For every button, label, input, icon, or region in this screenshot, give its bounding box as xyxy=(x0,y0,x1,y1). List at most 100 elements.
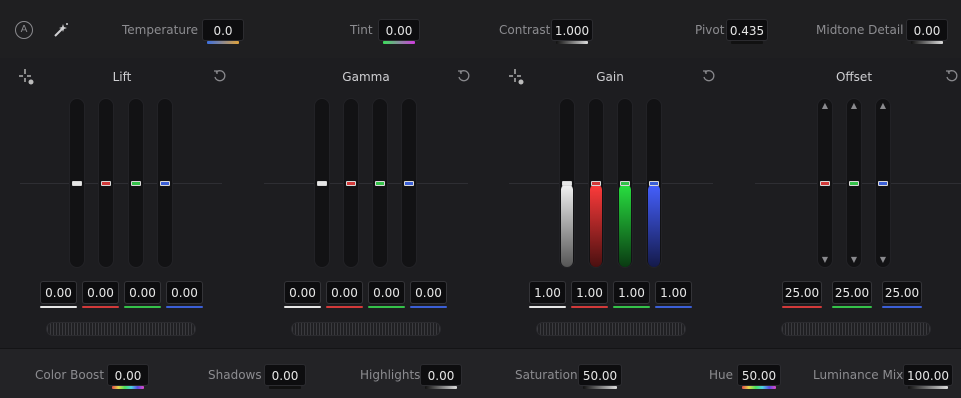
offset-blue-handle[interactable] xyxy=(878,181,888,186)
gain-green-handle[interactable] xyxy=(620,181,630,186)
chevron-up-icon[interactable]: ▲ xyxy=(817,101,833,110)
picker-wand-icon[interactable] xyxy=(52,22,70,38)
luminance-mix-field[interactable]: 100.00 xyxy=(903,364,953,386)
luminance-mix-strip xyxy=(908,386,948,389)
chevron-down-icon[interactable]: ▼ xyxy=(846,255,862,264)
gain-reset-icon[interactable] xyxy=(702,69,716,83)
offset-master-wheel[interactable] xyxy=(781,322,931,336)
gain-blue-fill xyxy=(648,184,660,267)
gamma-green-handle[interactable] xyxy=(375,181,385,186)
tint-field[interactable]: 0.00 xyxy=(378,19,420,41)
lift-green-handle[interactable] xyxy=(131,181,141,186)
chevron-down-icon[interactable]: ▼ xyxy=(817,255,833,264)
gain-master-fill xyxy=(561,184,573,267)
auto-balance-icon[interactable]: A xyxy=(15,21,33,39)
gain-red-fill xyxy=(590,184,602,267)
lift-blue-underline xyxy=(166,306,203,308)
lift-red-value[interactable]: 0.00 xyxy=(82,281,119,304)
gain-master-bar[interactable] xyxy=(559,98,575,268)
gain-red-value[interactable]: 1.00 xyxy=(571,281,608,304)
gain-blue-value[interactable]: 1.00 xyxy=(655,281,692,304)
hue-field[interactable]: 50.00 xyxy=(737,364,781,386)
lift-green-bar[interactable] xyxy=(128,98,144,268)
pivot-field[interactable]: 0.435 xyxy=(726,19,768,41)
offset-blue-value[interactable]: 25.00 xyxy=(882,281,922,304)
gamma-blue-handle[interactable] xyxy=(404,181,414,186)
offset-green-bar[interactable] xyxy=(846,98,862,268)
saturation-strip xyxy=(583,386,617,389)
highlights-strip xyxy=(425,386,457,389)
lift-red-handle[interactable] xyxy=(101,181,111,186)
crosshair-picker-icon[interactable] xyxy=(18,69,34,85)
color-boost-field[interactable]: 0.00 xyxy=(107,364,149,386)
contrast-field[interactable]: 1.000 xyxy=(551,19,593,41)
gamma-red-handle[interactable] xyxy=(346,181,356,186)
lift-blue-handle[interactable] xyxy=(160,181,170,186)
gamma-center-line xyxy=(264,183,468,184)
chevron-down-icon[interactable]: ▼ xyxy=(875,255,891,264)
offset-red-handle[interactable] xyxy=(820,181,830,186)
lift-red-bar[interactable] xyxy=(98,98,114,268)
gamma-master-bar[interactable] xyxy=(314,98,330,268)
shadows-label: Shadows xyxy=(208,368,262,382)
temperature-field[interactable]: 0.0 xyxy=(202,19,244,41)
lift-master-wheel[interactable] xyxy=(46,322,196,336)
lift-green-value[interactable]: 0.00 xyxy=(124,281,161,304)
temperature-label: Temperature xyxy=(122,23,199,37)
gamma-master-value[interactable]: 0.00 xyxy=(284,281,321,304)
chevron-up-icon[interactable]: ▲ xyxy=(846,101,862,110)
gain-master-value[interactable]: 1.00 xyxy=(529,281,566,304)
offset-green-underline xyxy=(832,306,872,308)
lift-master-value[interactable]: 0.00 xyxy=(40,281,77,304)
highlights-field[interactable]: 0.00 xyxy=(420,364,462,386)
lift-reset-icon[interactable] xyxy=(213,69,227,83)
gamma-blue-bar[interactable] xyxy=(401,98,417,268)
gain-red-handle[interactable] xyxy=(591,181,601,186)
saturation-field[interactable]: 50.00 xyxy=(578,364,622,386)
hue-strip xyxy=(742,386,776,389)
gain-master-wheel[interactable] xyxy=(536,322,686,336)
color-boost-label: Color Boost xyxy=(35,368,105,382)
gamma-blue-underline xyxy=(410,306,447,308)
gamma-title: Gamma xyxy=(342,70,390,84)
lift-master-bar[interactable] xyxy=(69,98,85,268)
offset-green-handle[interactable] xyxy=(849,181,859,186)
gamma-red-bar[interactable] xyxy=(343,98,359,268)
gamma-red-value[interactable]: 0.00 xyxy=(326,281,363,304)
gain-master-handle[interactable] xyxy=(562,181,572,186)
gamma-blue-value[interactable]: 0.00 xyxy=(410,281,447,304)
crosshair-picker-icon[interactable] xyxy=(508,69,524,85)
lift-blue-bar[interactable] xyxy=(157,98,173,268)
lift-blue-value[interactable]: 0.00 xyxy=(166,281,203,304)
chevron-up-icon[interactable]: ▲ xyxy=(875,101,891,110)
luminance-mix-label: Luminance Mix xyxy=(813,368,904,382)
gain-green-bar[interactable] xyxy=(617,98,633,268)
offset-red-value[interactable]: 25.00 xyxy=(782,281,822,304)
contrast-label: Contrast xyxy=(499,23,551,37)
offset-reset-icon[interactable] xyxy=(945,69,959,83)
gain-master-underline xyxy=(529,306,566,308)
gamma-red-underline xyxy=(326,306,363,308)
gain-green-underline xyxy=(613,306,650,308)
gamma-green-value[interactable]: 0.00 xyxy=(368,281,405,304)
offset-blue-bar[interactable] xyxy=(875,98,891,268)
gamma-master-wheel[interactable] xyxy=(291,322,441,336)
gain-center-line xyxy=(509,183,713,184)
temperature-strip xyxy=(207,41,239,44)
gamma-green-underline xyxy=(368,306,405,308)
gain-green-value[interactable]: 1.00 xyxy=(613,281,650,304)
shadows-field[interactable]: 0.00 xyxy=(264,364,306,386)
midtone-detail-field[interactable]: 0.00 xyxy=(906,19,948,41)
lift-master-handle[interactable] xyxy=(72,181,82,186)
gamma-green-bar[interactable] xyxy=(372,98,388,268)
tint-label: Tint xyxy=(350,23,373,37)
offset-red-bar[interactable] xyxy=(817,98,833,268)
gain-blue-handle[interactable] xyxy=(649,181,659,186)
gamma-reset-icon[interactable] xyxy=(457,69,471,83)
gain-red-bar[interactable] xyxy=(588,98,604,268)
saturation-label: Saturation xyxy=(515,368,578,382)
offset-green-value[interactable]: 25.00 xyxy=(832,281,872,304)
midtone-detail-label: Midtone Detail xyxy=(816,23,904,37)
gamma-master-handle[interactable] xyxy=(317,181,327,186)
gain-blue-bar[interactable] xyxy=(646,98,662,268)
